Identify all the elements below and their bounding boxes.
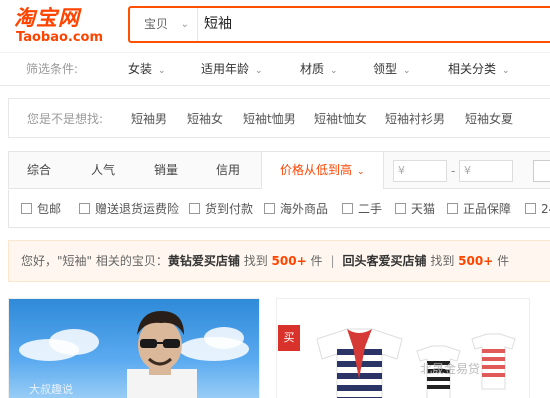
suggestion-item[interactable]: 短袖t恤男: [243, 99, 296, 139]
check-second-hand[interactable]: 二手: [342, 190, 382, 228]
header: 淘宝网 Taobao.com 宝贝 ⌄: [0, 0, 550, 52]
checkbox-icon: [21, 203, 32, 214]
suggestion-item[interactable]: 短袖女: [187, 99, 223, 139]
logo-text-en: Taobao.com: [16, 30, 104, 45]
notice-shop-link-1[interactable]: 黄钻爱买店铺: [168, 254, 240, 268]
product-image: [316, 328, 516, 398]
filter-item-age[interactable]: 适用年龄 ⌄: [201, 53, 263, 87]
taobao-logo[interactable]: 淘宝网 Taobao.com: [14, 6, 114, 48]
notice-text: 件: [306, 254, 323, 268]
check-free-shipping[interactable]: 包邮: [21, 190, 61, 228]
checkbox-icon: [264, 203, 275, 214]
checkbox-icon: [447, 203, 458, 214]
filter-row: 筛选条件: 女装 ⌄ 适用年龄 ⌄ 材质 ⌄ 领型 ⌄ 相关分类 ⌄: [0, 52, 550, 86]
notice-text: 件: [493, 254, 510, 268]
watermark-text: 大叔趣说: [29, 383, 73, 396]
notice-divider: |: [330, 254, 335, 268]
chevron-down-icon: ⌄: [502, 66, 510, 76]
notice-count-1: 500+: [271, 254, 307, 268]
check-tmall[interactable]: 天猫: [395, 190, 435, 228]
check-overseas[interactable]: 海外商品: [264, 190, 328, 228]
search-category-label: 宝贝: [144, 17, 169, 31]
chevron-down-icon: ⌄: [180, 19, 189, 30]
chevron-down-icon: ⌄: [357, 167, 365, 177]
chevron-down-icon: ⌄: [255, 66, 263, 76]
suggestion-row: 您是不是想找: 短袖男 短袖女 短袖t恤男 短袖t恤女 短袖衬衫男 短袖女夏: [8, 98, 550, 138]
search-input[interactable]: [204, 8, 504, 41]
suggestion-label: 您是不是想找:: [27, 112, 104, 126]
filter-item-category[interactable]: 相关分类 ⌄: [448, 53, 510, 87]
checkbox-icon: [79, 203, 90, 214]
product-card[interactable]: [276, 298, 530, 398]
product-image: 大叔趣说: [9, 299, 259, 398]
result-notice: 您好，"短袖" 相关的宝贝：黄钻爱买店铺 找到 500+ 件 | 回头客爱买店铺 找…: [8, 240, 550, 282]
filter-item-collar[interactable]: 领型 ⌄: [373, 53, 411, 87]
product-card[interactable]: 大叔趣说: [8, 298, 260, 398]
checkbox-icon: [395, 203, 406, 214]
chevron-down-icon: ⌄: [330, 66, 338, 76]
sort-tab-sales[interactable]: 销量: [154, 152, 178, 188]
checkbox-icon: [189, 203, 200, 214]
watermark-text: 北晟金易贷: [420, 362, 481, 376]
suggestion-item[interactable]: 短袖男: [131, 99, 167, 139]
notice-prefix: 您好，"短袖" 相关的宝贝：: [21, 254, 168, 268]
sort-tab-popularity[interactable]: 人气: [91, 152, 115, 188]
logo-text-cn: 淘宝网: [14, 6, 80, 30]
suggestion-item[interactable]: 短袖女夏: [465, 99, 513, 139]
search-box: 宝贝 ⌄: [128, 6, 550, 43]
checkbox-filter-row: 包邮 赠送退货运费险 货到付款 海外商品 二手 天猫 正品保障 24: [8, 190, 550, 228]
price-separator: -: [451, 164, 456, 178]
filter-item-nvzhuang[interactable]: 女装 ⌄: [128, 53, 166, 87]
view-toggle-button[interactable]: [533, 160, 550, 182]
check-return-insurance[interactable]: 赠送退货运费险: [79, 190, 179, 228]
notice-shop-link-2[interactable]: 回头客爱买店铺: [343, 254, 427, 268]
filter-label: 筛选条件:: [26, 62, 79, 76]
checkbox-icon: [342, 203, 353, 214]
price-min-input[interactable]: ¥: [393, 160, 447, 182]
notice-text: 找到: [239, 254, 272, 268]
search-category-select[interactable]: 宝贝 ⌄: [130, 8, 198, 41]
suggestion-item[interactable]: 短袖衬衫男: [385, 99, 445, 139]
promo-tag: 买: [278, 325, 300, 351]
chevron-down-icon: ⌄: [158, 66, 166, 76]
notice-text: 找到: [426, 254, 459, 268]
notice-count-2: 500+: [458, 254, 494, 268]
price-max-input[interactable]: ¥: [459, 160, 513, 182]
sort-bar: 综合 人气 销量 信用 价格从低到高 ⌄ ¥ - ¥: [8, 151, 550, 189]
sort-tab-credit[interactable]: 信用: [216, 152, 240, 188]
check-genuine[interactable]: 正品保障: [447, 190, 511, 228]
sort-tab-default[interactable]: 综合: [27, 152, 51, 188]
suggestion-item[interactable]: 短袖t恤女: [314, 99, 367, 139]
filter-item-material[interactable]: 材质 ⌄: [300, 53, 338, 87]
checkbox-icon: [525, 203, 536, 214]
check-cash-on-delivery[interactable]: 货到付款: [189, 190, 253, 228]
sort-tab-price-asc[interactable]: 价格从低到高 ⌄: [261, 152, 384, 189]
check-24h[interactable]: 24: [525, 190, 550, 228]
chevron-down-icon: ⌄: [403, 66, 411, 76]
